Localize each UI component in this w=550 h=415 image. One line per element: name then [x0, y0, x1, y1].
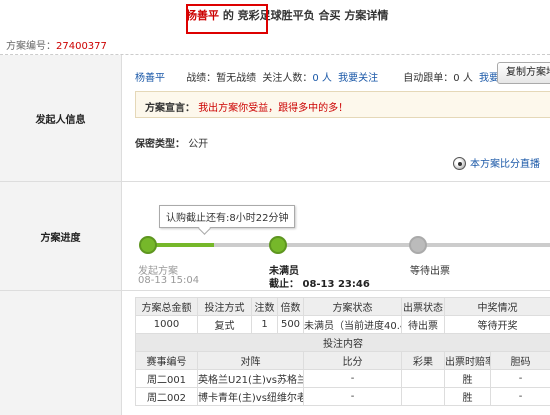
declaration-text: 我出方案你受益，跟得多中的多！ [198, 103, 349, 114]
match-id: 周二002 [135, 387, 198, 406]
score: - [303, 369, 402, 388]
progress-track-pending [214, 243, 550, 247]
declaration-box: 方案宣言： 我出方案你受益，跟得多中的多！ [135, 91, 550, 118]
auto-follow-label: 自动跟单： [403, 73, 454, 84]
initiator-info-line: 杨善平 战绩：暂无战绩 关注人数：0 人 我要关注 自动跟单：0 人 我要定制 [135, 69, 519, 84]
privacy-value: 公开 [188, 139, 209, 150]
col-matchup: 对阵 [197, 351, 304, 370]
col-match-id: 赛事编号 [135, 351, 198, 370]
stage-deadline: 截止： 08-13 23:46 [269, 279, 370, 290]
bet-method: 复式 [197, 315, 252, 334]
order-number-label: 方案编号： [6, 41, 56, 52]
ticket-status: 待出票 [401, 315, 445, 334]
matchup: 英格兰U21(主)vs苏格兰U21(客) [197, 369, 304, 388]
match-id: 周二001 [135, 369, 198, 388]
declaration-label: 方案宣言： [145, 103, 195, 114]
record-label: 战绩： [186, 73, 217, 84]
col-total-amount: 方案总金额 [135, 297, 198, 316]
total-amount: 1000 [135, 315, 198, 334]
record-value: 暂无战绩 [216, 73, 257, 84]
plan-status: 未满员（当前进度40.4%） [303, 315, 402, 334]
col-result: 彩果 [401, 351, 445, 370]
odds-pick: 胜 [444, 369, 491, 388]
result [401, 387, 445, 406]
col-score: 比分 [303, 351, 402, 370]
bet-count: 1 [251, 315, 278, 334]
privacy-label: 保密类型： [135, 139, 185, 150]
plan-section-label [0, 291, 122, 415]
col-prize-status: 中奖情况 [444, 297, 550, 316]
stage-node-waiting-ticket [409, 236, 427, 254]
banker: - [490, 369, 550, 388]
followers-label: 关注人数： [262, 73, 313, 84]
bet-header-row: 赛事编号 对阵 比分 彩果 出票时赔率 胆码 [135, 351, 550, 370]
page-header: 杨善平 的 竞彩足球胜平负 合买 方案详情 [0, 0, 550, 34]
col-banker: 胆码 [490, 351, 550, 370]
col-odds: 出票时赔率 [444, 351, 491, 370]
col-multiplier: 倍数 [277, 297, 304, 316]
odds-pick: 胜 [444, 387, 491, 406]
deadline-tooltip: 认购截止还有:8小时22分钟 [159, 205, 296, 228]
matchup: 博卡青年(主)vs纽维尔老男孩(客) [197, 387, 304, 406]
plan-header-row: 方案总金额 投注方式 注数 倍数 方案状态 出票状态 中奖情况 [135, 297, 550, 316]
col-ticket-status: 出票状态 [401, 297, 445, 316]
col-bet-count: 注数 [251, 297, 278, 316]
col-bet-method: 投注方式 [197, 297, 252, 316]
score: - [303, 387, 402, 406]
live-score-link[interactable]: 本方案比分直播 [453, 155, 540, 170]
followers-count: 0 人 [312, 73, 332, 84]
table-row: 周二002 博卡青年(主)vs纽维尔老男孩(客) - 胜 - [135, 387, 550, 406]
bet-content-title: 投注内容 [135, 333, 550, 352]
multiplier: 500 [277, 315, 304, 334]
auto-follow-count: 0 人 [453, 73, 473, 84]
initiator-section-label: 发起人信息 [0, 55, 122, 181]
stage-node-initiated [139, 236, 157, 254]
order-number-value: 27400377 [56, 41, 107, 52]
soccer-ball-icon [453, 157, 466, 170]
copy-address-button[interactable]: 复制方案地址 [497, 62, 550, 84]
bet-content-title-row: 投注内容 [135, 333, 550, 352]
progress-track-done [148, 243, 214, 247]
prize-status: 等待开奖 [444, 315, 550, 334]
table-row: 1000 复式 1 500 未满员（当前进度40.4%） 待出票 等待开奖 [135, 315, 550, 334]
progress-section-label: 方案进度 [0, 182, 122, 290]
stage-waiting-ticket-name: 等待出票 [410, 266, 450, 277]
order-number: 方案编号：27400377 [6, 37, 107, 52]
col-plan-status: 方案状态 [303, 297, 402, 316]
highlight-box [186, 4, 268, 34]
initiator-name[interactable]: 杨善平 [135, 73, 165, 84]
banker: - [490, 387, 550, 406]
follow-link[interactable]: 我要关注 [338, 73, 378, 84]
privacy-info: 保密类型： 公开 [135, 135, 208, 150]
live-score-label: 本方案比分直播 [470, 159, 540, 170]
stage-initiated-time: 08-13 15:04 [138, 275, 200, 286]
table-row: 周二001 英格兰U21(主)vs苏格兰U21(客) - 胜 - [135, 369, 550, 388]
result [401, 369, 445, 388]
stage-node-not-full [269, 236, 287, 254]
plan-table: 方案总金额 投注方式 注数 倍数 方案状态 出票状态 中奖情况 1000 复式 … [135, 297, 550, 406]
